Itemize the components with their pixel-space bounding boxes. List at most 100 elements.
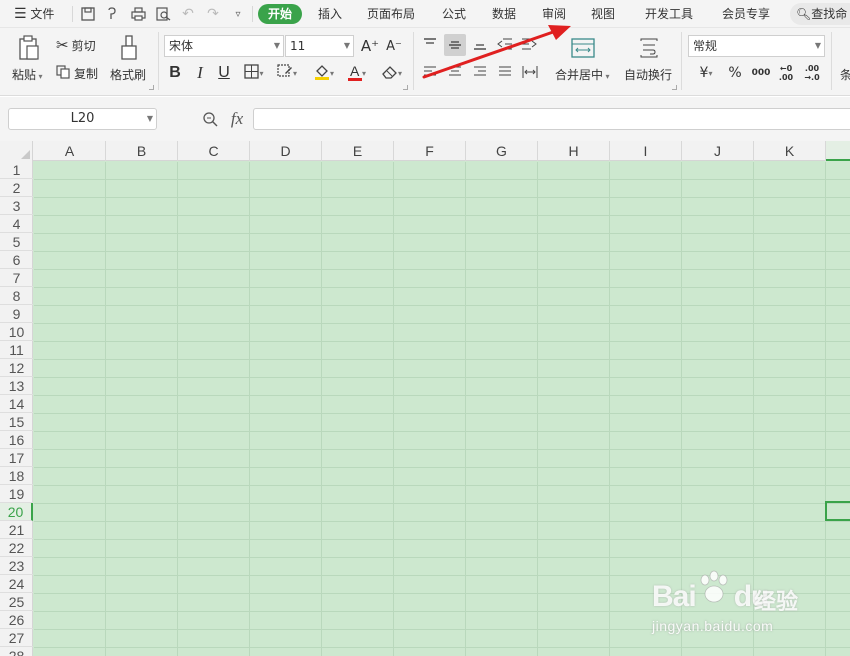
align-center-icon[interactable]	[445, 62, 465, 82]
align-left-icon[interactable]	[420, 62, 440, 82]
formula-input[interactable]	[253, 108, 850, 130]
tab-insert[interactable]: 插入	[318, 0, 342, 28]
column-header-g[interactable]: G	[466, 141, 538, 161]
column-header-e[interactable]: E	[322, 141, 394, 161]
column-header-i[interactable]: I	[610, 141, 682, 161]
wrap-text-icon[interactable]	[636, 36, 662, 60]
row-header[interactable]: 2	[0, 179, 33, 197]
format-painter-icon[interactable]	[116, 34, 142, 62]
column-header-f[interactable]: F	[394, 141, 466, 161]
row-header[interactable]: 22	[0, 539, 33, 557]
dialog-launcher-icon[interactable]	[149, 85, 154, 90]
clear-button[interactable]: ▾	[377, 63, 407, 83]
select-all-button[interactable]	[0, 141, 33, 161]
borders-button[interactable]: ▾	[240, 63, 268, 83]
row-header[interactable]: 14	[0, 395, 33, 413]
dialog-launcher-icon[interactable]	[403, 85, 408, 90]
column-header-c[interactable]: C	[178, 141, 250, 161]
row-header[interactable]: 5	[0, 233, 33, 251]
cell-style-button[interactable]: ▾	[272, 63, 302, 83]
fill-color-button[interactable]: ▾	[309, 63, 339, 83]
bold-button[interactable]: B	[166, 63, 184, 83]
font-color-button[interactable]: A ▾	[343, 63, 371, 83]
decrease-decimal-button[interactable]: .00 →.0	[801, 62, 823, 84]
row-header[interactable]: 25	[0, 593, 33, 611]
print-icon[interactable]	[129, 5, 147, 23]
dialog-launcher-icon[interactable]	[672, 85, 677, 90]
export-icon[interactable]	[104, 5, 122, 23]
copy-button[interactable]: 复制	[56, 64, 98, 82]
insert-function-button[interactable]: fx	[227, 108, 247, 130]
currency-button[interactable]: ¥ ▾	[692, 63, 720, 83]
thousands-separator-button[interactable]: 000	[750, 63, 772, 83]
font-name-select[interactable]: 宋体 ▼	[164, 35, 284, 57]
undo-icon[interactable]: ↶	[179, 5, 197, 23]
increase-indent-icon[interactable]	[519, 34, 539, 54]
underline-button[interactable]: U	[215, 63, 233, 83]
row-header[interactable]: 9	[0, 305, 33, 323]
align-top-icon[interactable]	[420, 34, 440, 54]
row-header[interactable]: 16	[0, 431, 33, 449]
merge-center-button[interactable]: 合并居中 ▾	[555, 66, 610, 83]
increase-font-size-icon[interactable]: A⁺	[360, 36, 380, 56]
column-header-a[interactable]: A	[34, 141, 106, 161]
row-header[interactable]: 1	[0, 161, 33, 179]
merge-center-icon[interactable]	[570, 36, 596, 60]
align-bottom-icon[interactable]	[470, 34, 490, 54]
column-header-l-selected[interactable]	[826, 141, 850, 161]
column-header-j[interactable]: J	[682, 141, 754, 161]
row-header[interactable]: 18	[0, 467, 33, 485]
row-header[interactable]: 17	[0, 449, 33, 467]
tab-view[interactable]: 视图	[591, 0, 615, 28]
row-header-selected[interactable]: 20	[0, 503, 33, 521]
tab-data[interactable]: 数据	[492, 0, 516, 28]
row-header[interactable]: 26	[0, 611, 33, 629]
align-middle-icon[interactable]	[444, 34, 466, 56]
column-header-d[interactable]: D	[250, 141, 322, 161]
number-format-select[interactable]: 常规 ▼	[688, 35, 825, 57]
cut-button[interactable]: ✂︎ 剪切	[56, 36, 96, 54]
row-header[interactable]: 6	[0, 251, 33, 269]
paste-button[interactable]: 粘贴 ▾	[12, 66, 43, 83]
zoom-search-icon[interactable]	[201, 110, 219, 128]
distributed-icon[interactable]	[519, 62, 541, 82]
tab-review[interactable]: 审阅	[542, 0, 566, 28]
tab-page-layout[interactable]: 页面布局	[367, 0, 415, 28]
row-header[interactable]: 7	[0, 269, 33, 287]
save-icon[interactable]	[79, 5, 97, 23]
row-header[interactable]: 13	[0, 377, 33, 395]
font-size-select[interactable]: 11 ▼	[285, 35, 354, 57]
decrease-font-size-icon[interactable]: A⁻	[384, 36, 404, 56]
row-header[interactable]: 28	[0, 647, 33, 656]
percent-button[interactable]: %	[726, 63, 744, 83]
tab-developer[interactable]: 开发工具	[645, 0, 693, 28]
paste-icon[interactable]	[16, 34, 42, 62]
row-header[interactable]: 15	[0, 413, 33, 431]
row-header[interactable]: 21	[0, 521, 33, 539]
command-search[interactable]: 🔍︎查找命	[790, 3, 850, 25]
row-header[interactable]: 23	[0, 557, 33, 575]
name-box[interactable]: L20 ▼	[8, 108, 157, 130]
row-header[interactable]: 10	[0, 323, 33, 341]
wrap-text-label[interactable]: 自动换行	[624, 66, 672, 83]
row-header[interactable]: 12	[0, 359, 33, 377]
row-header[interactable]: 19	[0, 485, 33, 503]
row-header[interactable]: 27	[0, 629, 33, 647]
decrease-indent-icon[interactable]	[495, 34, 515, 54]
align-right-icon[interactable]	[470, 62, 490, 82]
row-header[interactable]: 4	[0, 215, 33, 233]
column-header-h[interactable]: H	[538, 141, 610, 161]
redo-icon[interactable]: ↷	[204, 5, 222, 23]
column-header-b[interactable]: B	[106, 141, 178, 161]
print-preview-icon[interactable]	[154, 5, 172, 23]
conditional-format-label[interactable]: 条	[840, 66, 850, 83]
row-header[interactable]: 8	[0, 287, 33, 305]
format-painter-label[interactable]: 格式刷	[110, 66, 146, 83]
row-header[interactable]: 24	[0, 575, 33, 593]
justify-icon[interactable]	[495, 62, 515, 82]
tab-member[interactable]: 会员专享	[722, 0, 770, 28]
tab-home[interactable]: 开始	[258, 4, 303, 24]
column-header-k[interactable]: K	[754, 141, 826, 161]
tab-formulas[interactable]: 公式	[442, 0, 466, 28]
file-menu[interactable]: ☰ 文件	[14, 0, 54, 28]
